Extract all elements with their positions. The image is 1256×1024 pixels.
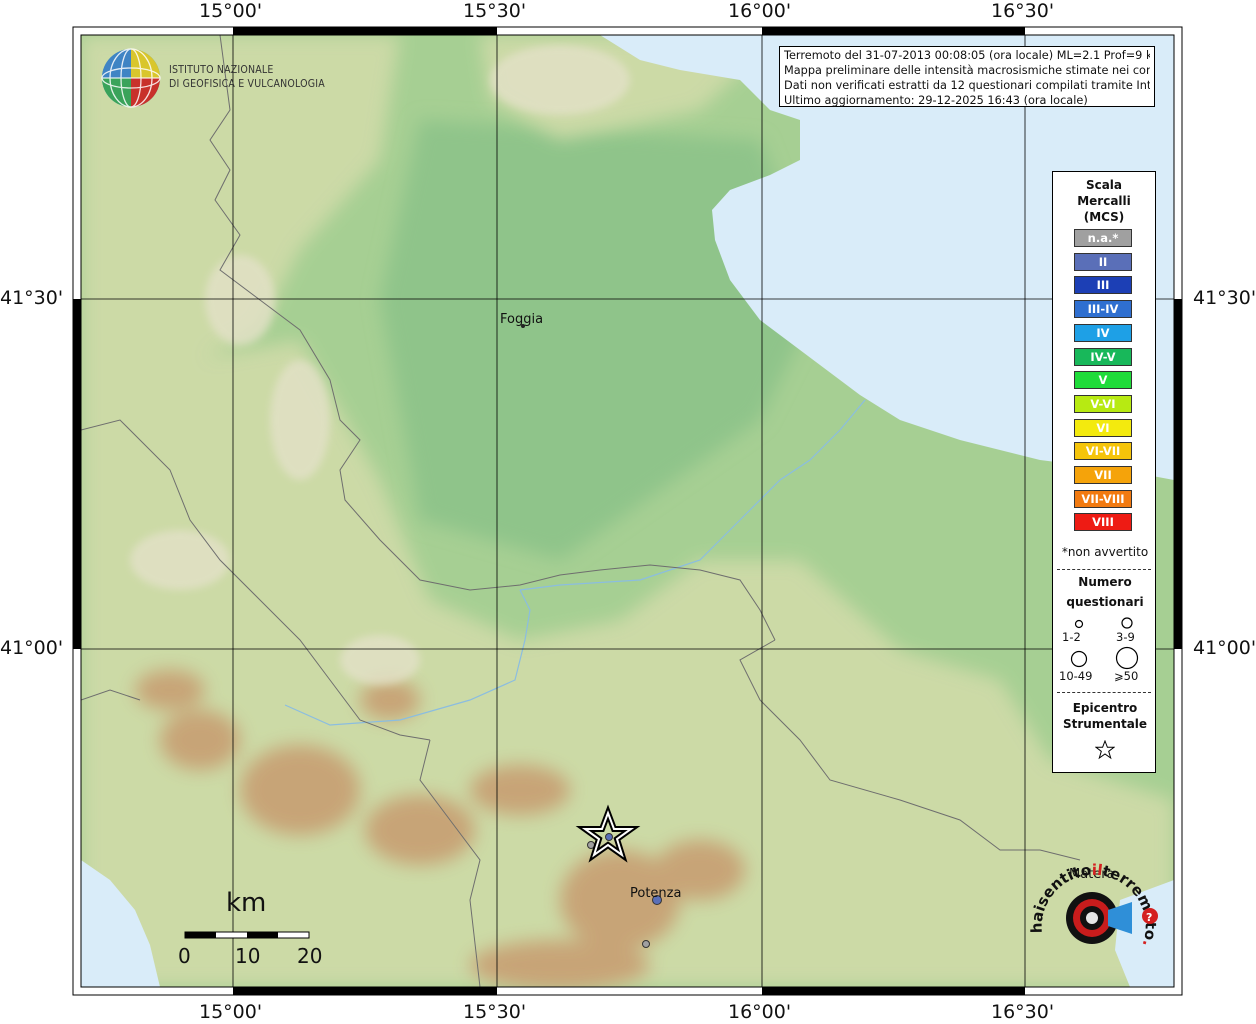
not-felt-note: *non avvertito bbox=[1061, 545, 1149, 559]
count-title-line: questionari bbox=[1066, 595, 1144, 609]
legend-title-line: (MCS) bbox=[1083, 210, 1125, 224]
scale-bar bbox=[184, 931, 310, 939]
event-info-line: Terremoto del 31-07-2013 00:08:05 (ora l… bbox=[784, 49, 1150, 62]
place-label-potenza: Potenza bbox=[630, 886, 682, 901]
longitude-label-top: 16°00' bbox=[728, 0, 792, 22]
legend-panel: Scala Mercalli (MCS) n.a.* II III III-IV IV I… bbox=[1052, 171, 1156, 773]
latitude-label-right: 41°30' bbox=[1193, 287, 1256, 309]
count-symbol-medium bbox=[1121, 617, 1133, 629]
event-info-box: Terremoto del 31-07-2013 00:08:05 (ora l… bbox=[779, 46, 1155, 107]
count-title-line: Numero bbox=[1078, 575, 1132, 589]
count-label: ⩾50 bbox=[1114, 669, 1139, 683]
count-title: Numero questionari bbox=[1053, 572, 1157, 612]
longitude-label-top: 15°00' bbox=[199, 0, 263, 22]
intensity-swatch: III-IV bbox=[1074, 300, 1132, 319]
intensity-swatch: VIII bbox=[1074, 513, 1132, 532]
questionnaire-point[interactable] bbox=[605, 833, 613, 841]
questionnaire-point[interactable] bbox=[642, 940, 650, 948]
latitude-label-left: 41°30' bbox=[0, 287, 64, 309]
epicenter-title-line: Epicentro bbox=[1072, 701, 1138, 715]
longitude-label-top: 16°30' bbox=[991, 0, 1055, 22]
institution-line: ISTITUTO NAZIONALE bbox=[169, 64, 274, 76]
intensity-swatch: VII-VIII bbox=[1074, 489, 1132, 508]
star-icon bbox=[1095, 740, 1115, 760]
svg-text:?: ? bbox=[1146, 911, 1152, 924]
intensity-swatch: IV-V bbox=[1074, 347, 1132, 366]
longitude-label-top: 15°30' bbox=[463, 0, 527, 22]
legend-title-line: Scala bbox=[1085, 178, 1123, 192]
intensity-swatch: III bbox=[1074, 276, 1132, 295]
scale-tick-label: 10 bbox=[235, 944, 261, 968]
longitude-label-bottom: 15°30' bbox=[463, 1001, 527, 1023]
intensity-swatch: V bbox=[1074, 371, 1132, 390]
longitude-label-bottom: 16°00' bbox=[728, 1001, 792, 1023]
latitude-label-left: 41°00' bbox=[0, 637, 64, 659]
terrain-layer bbox=[81, 35, 1174, 987]
haisentito-logo-icon[interactable]: haisentitoilterremoto.it ? bbox=[1022, 858, 1172, 978]
longitude-label-bottom: 15°00' bbox=[199, 1001, 263, 1023]
intensity-swatch: VI-VII bbox=[1074, 442, 1132, 461]
ingv-globe-icon bbox=[101, 48, 161, 108]
event-info-line: Dati non verificati estratti da 12 quest… bbox=[784, 79, 1150, 92]
legend-title-line: Mercalli bbox=[1077, 194, 1131, 208]
latitude-label-right: 41°00' bbox=[1193, 637, 1256, 659]
intensity-swatch: VI bbox=[1074, 418, 1132, 437]
count-symbol-large bbox=[1070, 650, 1088, 668]
intensity-swatch: II bbox=[1074, 252, 1132, 271]
legend-divider bbox=[1057, 569, 1151, 570]
intensity-swatch: V-VI bbox=[1074, 394, 1132, 413]
intensity-swatch: n.a.* bbox=[1074, 229, 1132, 247]
legend-divider bbox=[1057, 692, 1151, 693]
intensity-swatch: IV bbox=[1074, 323, 1132, 342]
count-label: 3-9 bbox=[1116, 630, 1135, 644]
epicenter-title-line: Strumentale bbox=[1062, 717, 1148, 731]
count-label: 1-2 bbox=[1062, 630, 1081, 644]
count-symbol-small bbox=[1074, 619, 1084, 629]
longitude-label-bottom: 16°30' bbox=[991, 1001, 1055, 1023]
legend-title: Scala Mercalli (MCS) bbox=[1053, 177, 1155, 225]
epicenter-title: Epicentro Strumentale bbox=[1053, 700, 1157, 732]
scale-tick-label: 20 bbox=[297, 944, 323, 968]
event-info-line: Mappa preliminare delle intensità macros… bbox=[784, 64, 1150, 77]
scale-unit: km bbox=[226, 888, 267, 918]
scale-tick-label: 0 bbox=[178, 944, 191, 968]
institution-name: ISTITUTO NAZIONALE DI GEOFISICA E VULCAN… bbox=[169, 63, 325, 91]
intensity-swatch: VII bbox=[1074, 466, 1132, 484]
event-info-line: Ultimo aggiornamento: 29-12-2025 16:43 (… bbox=[784, 94, 1088, 107]
count-label: 10-49 bbox=[1059, 669, 1093, 683]
institution-line: DI GEOFISICA E VULCANOLOGIA bbox=[169, 78, 325, 90]
count-symbol-xlarge bbox=[1115, 646, 1139, 670]
place-label-foggia: Foggia bbox=[500, 312, 544, 327]
